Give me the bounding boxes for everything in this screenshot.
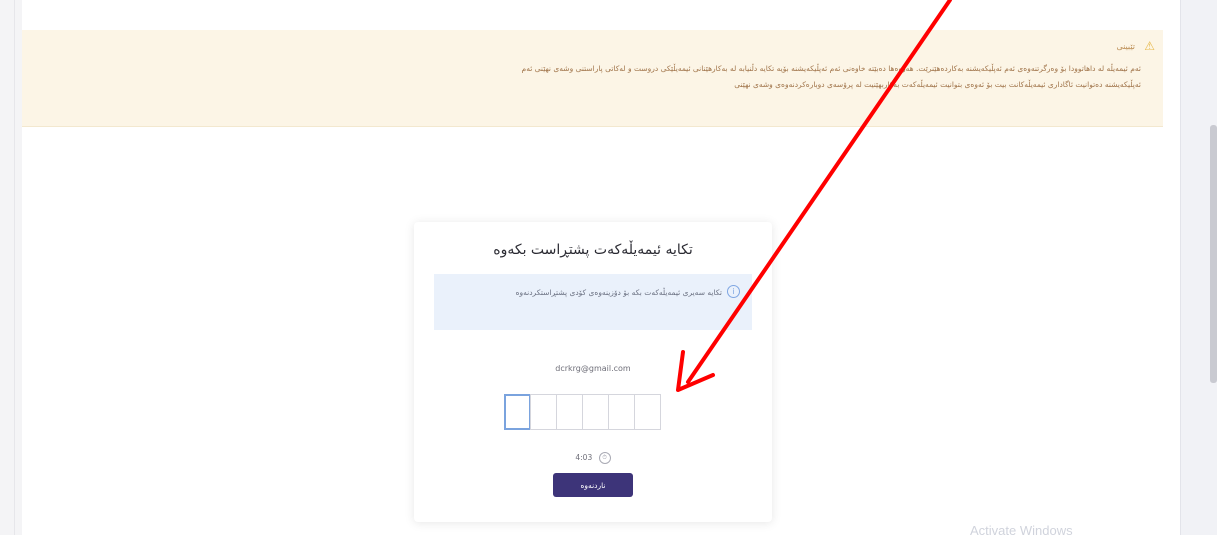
otp-digit-4[interactable] <box>582 394 609 430</box>
otp-digit-5[interactable] <box>608 394 635 430</box>
resend-button[interactable]: ناردنەوە <box>553 473 633 497</box>
timer-value: 4:03 <box>575 453 593 462</box>
notice-body: ئەم ئیمەیڵە لە داهاتوودا بۆ وەرگرتنەوەی … <box>521 64 1141 89</box>
otp-digit-1[interactable] <box>504 394 531 430</box>
otp-digit-3[interactable] <box>556 394 583 430</box>
warning-icon: ⚠ <box>1144 39 1155 53</box>
activate-windows-watermark: Activate Windows <box>970 523 1073 538</box>
verification-card: تکایە ئیمەیڵەکەت پشتڕاست بکەوە i تکایە س… <box>414 222 772 522</box>
otp-input-group <box>504 394 661 430</box>
card-title: تکایە ئیمەیڵەکەت پشتڕاست بکەوە <box>493 242 693 258</box>
notice-banner: ⚠ تێبینی ئەم ئیمەیڵە لە داهاتوودا بۆ وەر… <box>22 30 1163 127</box>
otp-digit-6[interactable] <box>634 394 661 430</box>
info-alert: i تکایە سەیری ئیمەیڵەکەت بکە بۆ دۆزینەوە… <box>434 274 752 330</box>
notice-title: تێبینی <box>1116 42 1135 51</box>
email-address: dcrkrg@gmail.com <box>555 364 631 373</box>
info-icon: i <box>727 285 740 298</box>
scrollbar-thumb[interactable] <box>1210 125 1217 383</box>
info-text: تکایە سەیری ئیمەیڵەکەت بکە بۆ دۆزینەوەی … <box>515 288 722 297</box>
resend-timer: 4:03 ⏱ <box>414 452 772 464</box>
page-edge-divider <box>14 0 15 535</box>
otp-digit-2[interactable] <box>530 394 557 430</box>
clock-icon: ⏱ <box>598 452 611 464</box>
left-sidebar-strip <box>0 0 22 535</box>
